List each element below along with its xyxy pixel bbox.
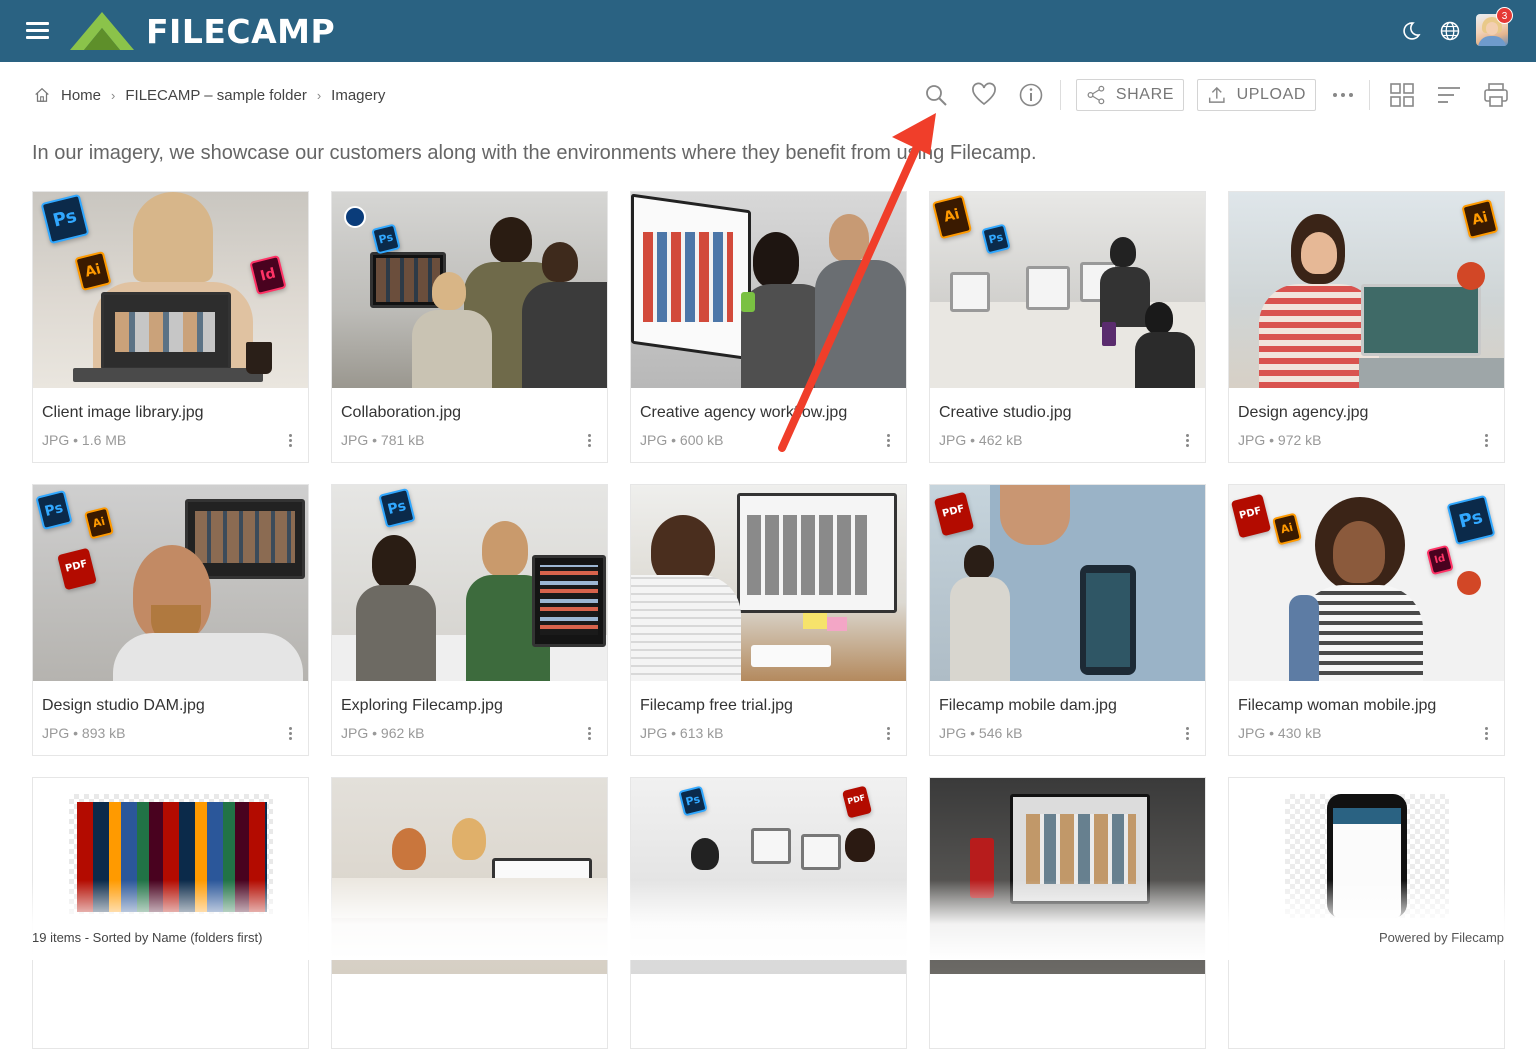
file-meta: JPG • 781 kB xyxy=(341,432,425,448)
file-menu-icon[interactable] xyxy=(1478,725,1494,743)
filecamp-logo[interactable]: FILECAMP xyxy=(68,10,335,52)
toolbar-divider xyxy=(1369,80,1370,110)
file-name[interactable]: Filecamp mobile dam.jpg xyxy=(939,697,1117,715)
file-menu-icon[interactable] xyxy=(1179,432,1195,450)
status-text: 19 items - Sorted by Name (folders first… xyxy=(32,930,263,945)
file-menu-icon[interactable] xyxy=(1179,725,1195,743)
bottom-fade xyxy=(0,880,1536,960)
file-meta: JPG • 1.6 MB xyxy=(42,432,127,448)
file-card[interactable]: Ps Ai Id Client image library.jpg JPG • … xyxy=(32,191,309,463)
breadcrumb-imagery[interactable]: Imagery xyxy=(331,87,385,104)
file-thumbnail xyxy=(631,192,906,388)
file-thumbnail: Ai Ps xyxy=(930,192,1205,388)
file-menu-icon[interactable] xyxy=(581,432,597,450)
file-meta: JPG • 893 kB xyxy=(42,725,126,741)
toolbar-divider xyxy=(1060,80,1061,110)
grid-view-icon[interactable] xyxy=(1389,82,1415,108)
file-card[interactable]: Ai Design agency.jpg JPG • 972 kB xyxy=(1228,191,1505,463)
file-thumbnail: PDF xyxy=(930,485,1205,681)
file-card[interactable]: Ps Exploring Filecamp.jpg JPG • 962 kB xyxy=(331,484,608,756)
file-meta: JPG • 462 kB xyxy=(939,432,1023,448)
logo-mark-icon xyxy=(70,12,134,50)
share-label: SHARE xyxy=(1115,86,1174,103)
file-name[interactable]: Design studio DAM.jpg xyxy=(42,697,205,715)
print-icon[interactable] xyxy=(1483,82,1509,108)
info-icon[interactable] xyxy=(1018,82,1044,108)
file-thumbnail: Ps Ai PDF xyxy=(33,485,308,681)
upload-icon xyxy=(1208,86,1225,103)
menu-icon[interactable] xyxy=(26,22,49,40)
file-meta: JPG • 430 kB xyxy=(1238,725,1322,741)
file-thumbnail: Ps xyxy=(332,485,607,681)
brand-name: FILECAMP xyxy=(146,11,336,51)
file-menu-icon[interactable] xyxy=(880,725,896,743)
file-meta: JPG • 613 kB xyxy=(640,725,724,741)
file-card[interactable]: Filecamp free trial.jpg JPG • 613 kB xyxy=(630,484,907,756)
file-thumbnail: PDF Ai Ps Id xyxy=(1229,485,1504,681)
file-card[interactable]: Ai Ps Creative studio.jpg JPG • 462 kB xyxy=(929,191,1206,463)
notification-badge: 3 xyxy=(1496,7,1513,24)
more-icon[interactable] xyxy=(1330,82,1356,108)
file-name[interactable]: Creative studio.jpg xyxy=(939,404,1072,422)
powered-by-link[interactable]: Powered by Filecamp xyxy=(1379,930,1504,945)
share-button[interactable]: SHARE xyxy=(1076,79,1184,111)
file-name[interactable]: Filecamp woman mobile.jpg xyxy=(1238,697,1436,715)
moon-icon[interactable] xyxy=(1398,19,1422,43)
file-meta: JPG • 546 kB xyxy=(939,725,1023,741)
file-menu-icon[interactable] xyxy=(282,725,298,743)
file-name[interactable]: Client image library.jpg xyxy=(42,404,204,422)
upload-button[interactable]: UPLOAD xyxy=(1197,79,1316,111)
file-thumbnail: Ps Ai Id xyxy=(33,192,308,388)
sort-icon[interactable] xyxy=(1436,82,1462,108)
file-name[interactable]: Exploring Filecamp.jpg xyxy=(341,697,503,715)
file-name[interactable]: Design agency.jpg xyxy=(1238,404,1368,422)
breadcrumb-sample-folder[interactable]: FILECAMP – sample folder xyxy=(125,87,306,104)
file-meta: JPG • 972 kB xyxy=(1238,432,1322,448)
file-card[interactable]: Ps Ai PDF Design studio DAM.jpg JPG • 89… xyxy=(32,484,309,756)
file-meta: JPG • 600 kB xyxy=(640,432,724,448)
file-thumbnail: Ps xyxy=(332,192,607,388)
file-thumbnail: Ai xyxy=(1229,192,1504,388)
file-menu-icon[interactable] xyxy=(1478,432,1494,450)
file-card[interactable]: PDF Filecamp mobile dam.jpg JPG • 546 kB xyxy=(929,484,1206,756)
file-name[interactable]: Collaboration.jpg xyxy=(341,404,461,422)
file-meta: JPG • 962 kB xyxy=(341,725,425,741)
heart-icon[interactable] xyxy=(971,82,997,108)
file-menu-icon[interactable] xyxy=(581,725,597,743)
globe-icon[interactable] xyxy=(1438,19,1462,43)
breadcrumb: Home › FILECAMP – sample folder › Imager… xyxy=(33,84,385,106)
file-card[interactable]: PDF Ai Ps Id Filecamp woman mobile.jpg J… xyxy=(1228,484,1505,756)
top-bar: FILECAMP 3 xyxy=(0,0,1536,62)
file-name[interactable]: Filecamp free trial.jpg xyxy=(640,697,793,715)
file-thumbnail xyxy=(631,485,906,681)
file-menu-icon[interactable] xyxy=(282,432,298,450)
file-name[interactable]: Creative agency workflow.jpg xyxy=(640,404,847,422)
home-icon[interactable] xyxy=(33,86,51,104)
search-icon[interactable] xyxy=(923,82,949,108)
share-icon xyxy=(1087,85,1105,105)
folder-description: In our imagery, we showcase our customer… xyxy=(32,142,1037,164)
upload-label: UPLOAD xyxy=(1236,86,1306,103)
file-card[interactable]: Creative agency workflow.jpg JPG • 600 k… xyxy=(630,191,907,463)
file-menu-icon[interactable] xyxy=(880,432,896,450)
file-card[interactable]: Ps Collaboration.jpg JPG • 781 kB xyxy=(331,191,608,463)
chevron-right-icon: › xyxy=(316,87,322,103)
chevron-right-icon: › xyxy=(111,87,116,103)
breadcrumb-home[interactable]: Home xyxy=(61,87,101,104)
